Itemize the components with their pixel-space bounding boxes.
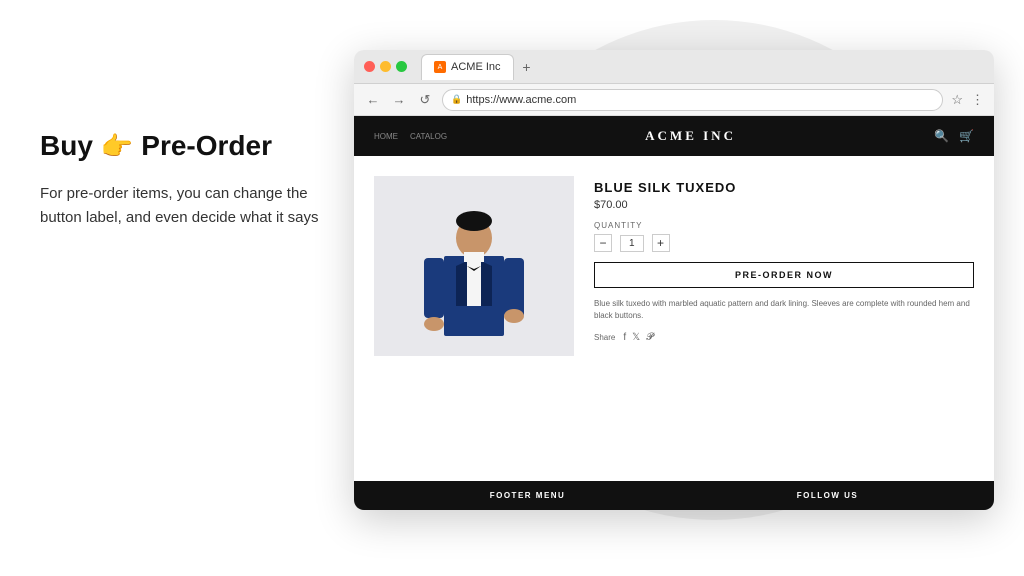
headline-emoji: 👉 (101, 131, 133, 162)
quantity-increase-button[interactable]: + (652, 234, 670, 252)
tab-title: ACME Inc (451, 61, 501, 73)
store-logo: ACME INC (645, 128, 736, 144)
product-image-container (374, 176, 574, 356)
browser-chrome: A ACME Inc + (354, 50, 994, 84)
back-button[interactable]: ← (364, 91, 382, 109)
store-icons: 🔍 🛒 (934, 129, 974, 143)
traffic-lights (364, 61, 407, 72)
tab-favicon: A (434, 61, 446, 73)
product-image (374, 176, 574, 356)
product-details: BLUE SILK TUXEDO $70.00 QUANTITY − 1 + P… (594, 176, 974, 356)
twitter-icon[interactable]: 𝕏 (632, 332, 640, 343)
website-content: HOME CATALOG ACME INC 🔍 🛒 (354, 116, 994, 510)
minimize-button[interactable] (380, 61, 391, 72)
product-price: $70.00 (594, 199, 974, 211)
product-title: BLUE SILK TUXEDO (594, 180, 974, 195)
url-text: https://www.acme.com (466, 94, 576, 106)
footer-menu-title: FOOTER MENU (490, 491, 566, 500)
headline-buy: Buy (40, 130, 93, 162)
nav-catalog[interactable]: CATALOG (410, 132, 447, 141)
quantity-label: QUANTITY (594, 221, 974, 230)
headline: Buy 👉 Pre-Order (40, 130, 320, 162)
product-description: Blue silk tuxedo with marbled aquatic pa… (594, 298, 974, 322)
product-section: BLUE SILK TUXEDO $70.00 QUANTITY − 1 + P… (354, 156, 994, 376)
share-row: Share f 𝕏 𝓟 (594, 332, 974, 343)
pinterest-icon[interactable]: 𝓟 (646, 332, 653, 343)
quantity-value: 1 (620, 235, 644, 252)
description-text: For pre-order items, you can change the … (40, 182, 320, 230)
address-actions: ☆ ⋮ (951, 92, 984, 108)
left-panel: Buy 👉 Pre-Order For pre-order items, you… (40, 130, 320, 230)
new-tab-button[interactable]: + (518, 58, 536, 76)
browser-window: A ACME Inc + ← → ↺ 🔒 https://www.acme.co… (354, 50, 994, 510)
close-button[interactable] (364, 61, 375, 72)
share-label: Share (594, 333, 615, 342)
store-nav: HOME CATALOG (374, 132, 447, 141)
bookmark-icon[interactable]: ☆ (951, 92, 963, 108)
more-icon[interactable]: ⋮ (971, 92, 984, 108)
footer-follow-title: FOLLOW US (797, 491, 859, 500)
forward-button[interactable]: → (390, 91, 408, 109)
headline-preorder: Pre-Order (141, 130, 272, 162)
quantity-control: − 1 + (594, 234, 974, 252)
tab-bar: A ACME Inc + (421, 54, 984, 80)
cart-icon[interactable]: 🛒 (959, 129, 974, 143)
nav-home[interactable]: HOME (374, 132, 398, 141)
store-footer: FOOTER MENU FOLLOW US (354, 481, 994, 510)
lock-icon: 🔒 (451, 94, 462, 105)
facebook-icon[interactable]: f (623, 332, 626, 343)
maximize-button[interactable] (396, 61, 407, 72)
refresh-button[interactable]: ↺ (416, 91, 434, 109)
search-icon[interactable]: 🔍 (934, 129, 949, 143)
quantity-decrease-button[interactable]: − (594, 234, 612, 252)
active-tab[interactable]: A ACME Inc (421, 54, 514, 80)
preorder-button[interactable]: PRE-ORDER NOW (594, 262, 974, 288)
address-bar-row: ← → ↺ 🔒 https://www.acme.com ☆ ⋮ (354, 84, 994, 116)
store-header: HOME CATALOG ACME INC 🔍 🛒 (354, 116, 994, 156)
share-icons: f 𝕏 𝓟 (623, 332, 653, 343)
address-bar[interactable]: 🔒 https://www.acme.com (442, 89, 943, 111)
